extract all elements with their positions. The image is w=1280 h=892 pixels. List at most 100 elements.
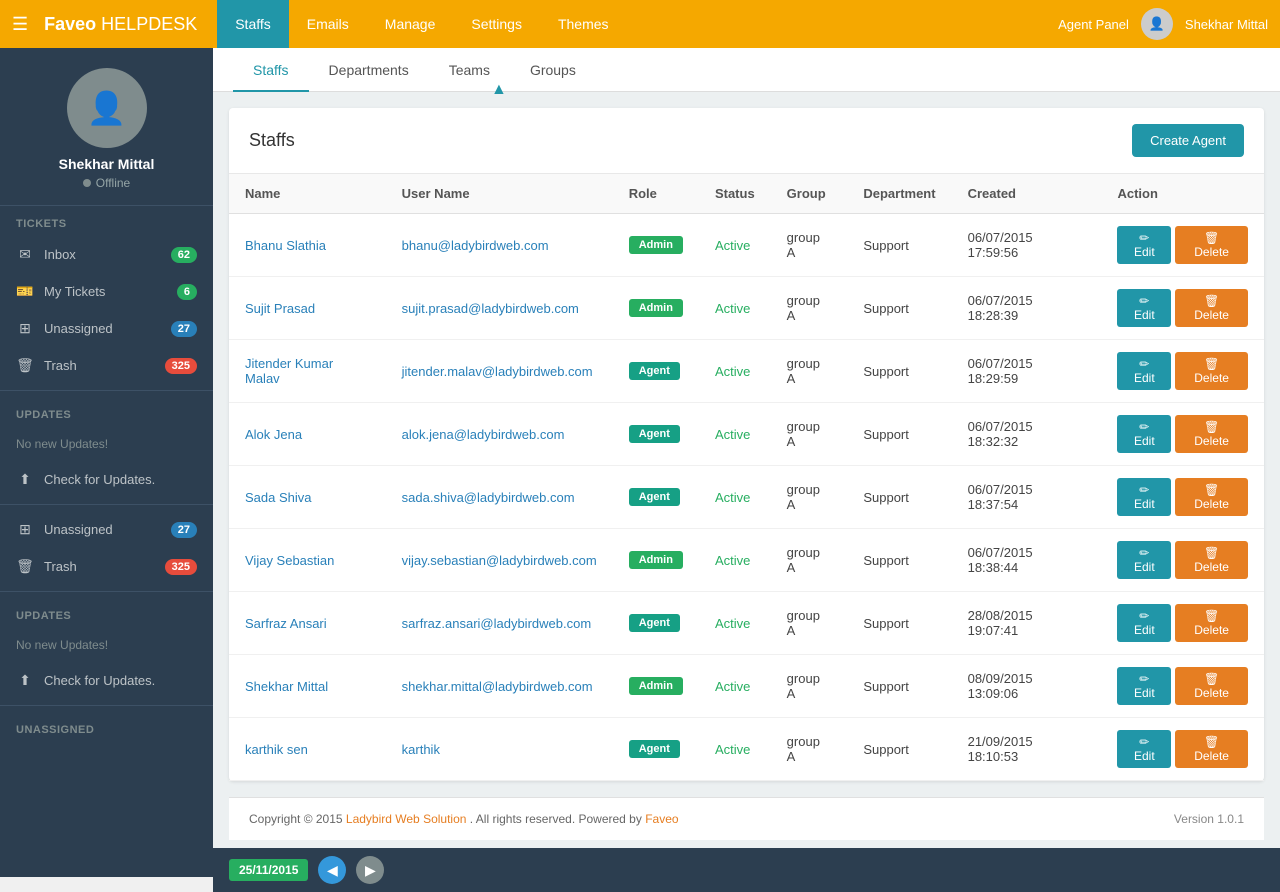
panel-header: Staffs Create Agent (229, 108, 1264, 174)
action-buttons: ✏ Edit 🗑 Delete (1117, 289, 1248, 327)
update2-icon: ⬆ (16, 672, 34, 689)
edit-button[interactable]: ✏ Edit (1117, 667, 1171, 705)
hamburger-icon[interactable]: ☰ (12, 14, 28, 35)
staff-email-link[interactable]: karthik (402, 742, 440, 757)
user-name-label: Shekhar Mittal (1185, 17, 1268, 32)
delete-button[interactable]: 🗑 Delete (1175, 604, 1248, 642)
edit-button[interactable]: ✏ Edit (1117, 352, 1171, 390)
cell-group: group A (771, 529, 848, 592)
inbox-icon: ✉ (16, 246, 34, 263)
staff-email-link[interactable]: bhanu@ladybirdweb.com (402, 238, 549, 253)
date-badge: 25/11/2015 (229, 859, 308, 881)
delete-button[interactable]: 🗑 Delete (1175, 352, 1248, 390)
nav-manage[interactable]: Manage (367, 0, 454, 48)
sidebar-item-trash-2[interactable]: 🗑 Trash 325 (0, 548, 213, 585)
staff-email-link[interactable]: sarfraz.ansari@ladybirdweb.com (402, 616, 592, 631)
edit-button[interactable]: ✏ Edit (1117, 415, 1171, 453)
sidebar-item-unassigned[interactable]: ⊞ Unassigned 27 (0, 310, 213, 347)
staff-name-link[interactable]: Sarfraz Ansari (245, 616, 327, 631)
edit-button[interactable]: ✏ Edit (1117, 541, 1171, 579)
staff-email-link[interactable]: shekhar.mittal@ladybirdweb.com (402, 679, 593, 694)
staff-name-link[interactable]: Sujit Prasad (245, 301, 315, 316)
delete-button[interactable]: 🗑 Delete (1175, 667, 1248, 705)
nav-links: Staffs Emails Manage Settings Themes (217, 0, 1058, 48)
cell-group: group A (771, 340, 848, 403)
table-row: karthik sen karthik Agent Active group A… (229, 718, 1264, 781)
cell-email: sarfraz.ansari@ladybirdweb.com (386, 592, 613, 655)
action-buttons: ✏ Edit 🗑 Delete (1117, 226, 1248, 264)
staff-email-link[interactable]: sujit.prasad@ladybirdweb.com (402, 301, 579, 316)
table-row: Alok Jena alok.jena@ladybirdweb.com Agen… (229, 403, 1264, 466)
cell-department: Support (847, 277, 951, 340)
cell-name: Alok Jena (229, 403, 386, 466)
staff-name-link[interactable]: Sada Shiva (245, 490, 312, 505)
role-badge: Agent (629, 614, 680, 632)
col-group: Group (771, 174, 848, 214)
my-tickets-badge: 6 (177, 284, 197, 300)
delete-button[interactable]: 🗑 Delete (1175, 730, 1248, 768)
my-tickets-label: My Tickets (44, 284, 105, 299)
tab-groups[interactable]: Groups (510, 48, 596, 92)
bottom-nav-prev-button[interactable]: ◀ (318, 856, 346, 884)
cell-status: Active (699, 529, 771, 592)
sidebar-item-check-updates-2[interactable]: ⬆ Check for Updates. (0, 662, 213, 699)
sidebar-item-unassigned-2[interactable]: ⊞ Unassigned 27 (0, 511, 213, 548)
unassigned-badge: 27 (171, 321, 197, 337)
sidebar-item-my-tickets[interactable]: 🎫 My Tickets 6 (0, 273, 213, 310)
trash-icon: 🗑 (16, 357, 34, 374)
edit-button[interactable]: ✏ Edit (1117, 730, 1171, 768)
status-badge: Active (715, 490, 750, 505)
cell-group: group A (771, 277, 848, 340)
edit-button[interactable]: ✏ Edit (1117, 226, 1171, 264)
cell-role: Admin (613, 214, 699, 277)
delete-button[interactable]: 🗑 Delete (1175, 226, 1248, 264)
delete-button[interactable]: 🗑 Delete (1175, 478, 1248, 516)
tab-staffs[interactable]: Staffs (233, 48, 309, 92)
agent-panel-button[interactable]: Agent Panel (1058, 17, 1129, 32)
edit-button[interactable]: ✏ Edit (1117, 604, 1171, 642)
staff-name-link[interactable]: Vijay Sebastian (245, 553, 334, 568)
updates2-section-label: UPDATES (0, 598, 213, 628)
bottom-nav-next-button[interactable]: ▶ (356, 856, 384, 884)
nav-settings[interactable]: Settings (453, 0, 540, 48)
sidebar-item-trash[interactable]: 🗑 Trash 325 (0, 347, 213, 384)
cell-role: Agent (613, 718, 699, 781)
check-updates-label: Check for Updates. (44, 472, 155, 487)
create-agent-button[interactable]: Create Agent (1132, 124, 1244, 157)
staff-name-link[interactable]: Bhanu Slathia (245, 238, 326, 253)
cell-status: Active (699, 214, 771, 277)
cell-name: Jitender Kumar Malav (229, 340, 386, 403)
staff-name-link[interactable]: Jitender Kumar Malav (245, 356, 333, 386)
tab-departments[interactable]: Departments (309, 48, 429, 92)
edit-button[interactable]: ✏ Edit (1117, 289, 1171, 327)
edit-button[interactable]: ✏ Edit (1117, 478, 1171, 516)
nav-staffs[interactable]: Staffs (217, 0, 289, 48)
staff-name-link[interactable]: Alok Jena (245, 427, 302, 442)
staff-name-link[interactable]: karthik sen (245, 742, 308, 757)
sidebar-divider-3 (0, 591, 213, 592)
cell-created: 06/07/2015 18:32:32 (952, 403, 1102, 466)
col-action: Action (1101, 174, 1264, 214)
cell-status: Active (699, 592, 771, 655)
staff-name-link[interactable]: Shekhar Mittal (245, 679, 328, 694)
sidebar-item-check-updates[interactable]: ⬆ Check for Updates. (0, 461, 213, 498)
cell-group: group A (771, 214, 848, 277)
cell-role: Admin (613, 655, 699, 718)
copyright-text: Copyright © 2015 (249, 812, 343, 826)
staff-email-link[interactable]: jitender.malav@ladybirdweb.com (402, 364, 593, 379)
nav-themes[interactable]: Themes (540, 0, 627, 48)
delete-button[interactable]: 🗑 Delete (1175, 541, 1248, 579)
nav-emails[interactable]: Emails (289, 0, 367, 48)
staff-email-link[interactable]: vijay.sebastian@ladybirdweb.com (402, 553, 597, 568)
cell-action: ✏ Edit 🗑 Delete (1101, 655, 1264, 718)
staff-email-link[interactable]: alok.jena@ladybirdweb.com (402, 427, 565, 442)
powered-by-link[interactable]: Faveo (645, 812, 678, 826)
company-link[interactable]: Ladybird Web Solution (346, 812, 467, 826)
staff-email-link[interactable]: sada.shiva@ladybirdweb.com (402, 490, 575, 505)
trash2-icon: 🗑 (16, 558, 34, 575)
role-badge: Admin (629, 299, 683, 317)
delete-button[interactable]: 🗑 Delete (1175, 415, 1248, 453)
sidebar-item-inbox[interactable]: ✉ Inbox 62 (0, 236, 213, 273)
top-right-area: Agent Panel 👤 Shekhar Mittal (1058, 8, 1268, 40)
delete-button[interactable]: 🗑 Delete (1175, 289, 1248, 327)
